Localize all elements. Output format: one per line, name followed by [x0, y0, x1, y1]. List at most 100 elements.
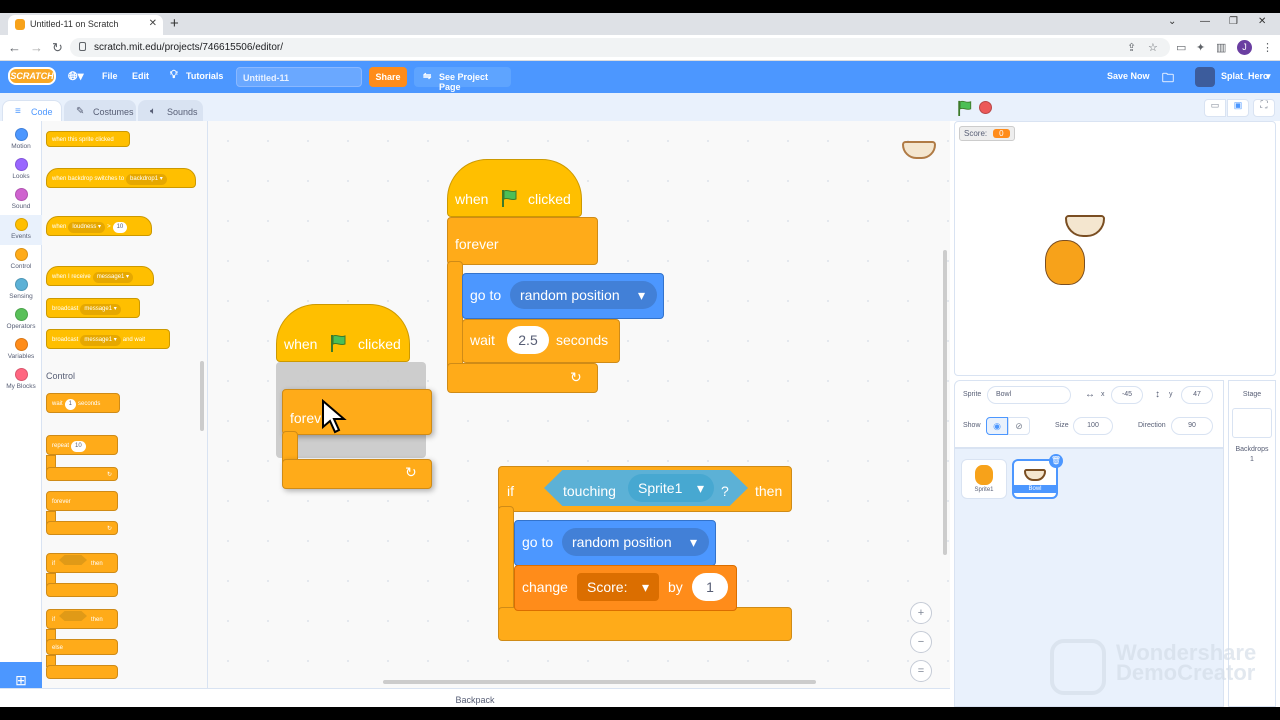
palette-repeat[interactable]: repeat 10: [46, 435, 118, 455]
block-dropdown[interactable]: message1: [84, 306, 112, 312]
random-position-dropdown[interactable]: random position ▾: [562, 528, 709, 556]
stage-canvas[interactable]: Score: 0: [954, 121, 1276, 376]
back-icon[interactable]: ←: [8, 40, 21, 55]
palette-when-loudness[interactable]: when loudness ▾ >10: [46, 216, 152, 236]
y-input[interactable]: 47: [1181, 386, 1213, 404]
tab-costumes[interactable]: ✎ Costumes: [64, 100, 136, 123]
category-variables[interactable]: Variables: [0, 335, 42, 365]
tutorials-button[interactable]: Tutorials: [186, 71, 223, 81]
block-input[interactable]: 10: [71, 441, 86, 452]
cat-sprite[interactable]: [1045, 240, 1085, 285]
profile-avatar[interactable]: J: [1237, 40, 1252, 55]
palette-scrollbar[interactable]: [200, 361, 204, 431]
browser-tab[interactable]: Untitled-11 on Scratch ✕: [8, 15, 163, 35]
scratch-logo[interactable]: SCRATCH: [8, 67, 56, 85]
backdrop-thumb[interactable]: [1232, 408, 1272, 438]
direction-input[interactable]: 90: [1171, 417, 1213, 435]
file-menu[interactable]: File: [102, 71, 118, 81]
browser-menu-icon[interactable]: ⋮: [1262, 41, 1273, 54]
script-workspace[interactable]: when clicked forever ↻ go to random posi…: [208, 121, 950, 699]
category-operators[interactable]: Operators: [0, 305, 42, 335]
palette-if-else[interactable]: if then: [46, 609, 118, 629]
share-button[interactable]: Share: [369, 67, 407, 87]
category-sound[interactable]: Sound: [0, 185, 42, 215]
share-page-icon[interactable]: ⇪: [1127, 41, 1136, 54]
bowl-sprite[interactable]: [1065, 215, 1105, 237]
stop-sign-icon[interactable]: [979, 101, 992, 114]
tab-code[interactable]: ≡ Code: [2, 100, 62, 123]
close-tab-icon[interactable]: ✕: [149, 18, 157, 29]
trash-icon[interactable]: 🗑︎: [1049, 454, 1063, 468]
extensions-icon[interactable]: ✦: [1196, 41, 1205, 54]
palette-forever[interactable]: forever: [46, 491, 118, 511]
boolean-slot[interactable]: [59, 611, 87, 621]
palette-when-i-receive[interactable]: when I receive message1 ▾: [46, 266, 154, 286]
backpack-bar[interactable]: Backpack: [0, 688, 950, 707]
touching-target-dropdown[interactable]: Sprite1 ▾: [628, 474, 714, 502]
chevron-down-icon[interactable]: ▾: [1266, 71, 1271, 82]
tab-sounds[interactable]: 🔈︎ Sounds: [138, 100, 203, 123]
category-events[interactable]: Events: [0, 215, 42, 245]
wait-seconds-input[interactable]: 2.5: [507, 326, 549, 354]
sprite-thumb-sprite1[interactable]: Sprite1: [961, 459, 1007, 499]
normal-stage-icon[interactable]: ▣: [1227, 99, 1249, 117]
category-control[interactable]: Control: [0, 245, 42, 275]
workspace-v-scrollbar[interactable]: [943, 250, 947, 555]
palette-broadcast-and-wait[interactable]: broadcast message1 ▾ and wait: [46, 329, 170, 349]
reload-icon[interactable]: ↻: [52, 40, 63, 56]
user-avatar[interactable]: [1195, 67, 1215, 87]
block-dropdown[interactable]: message1: [97, 274, 125, 280]
block-dropdown[interactable]: message1: [84, 337, 112, 343]
category-motion[interactable]: Motion: [0, 125, 42, 155]
green-flag-icon[interactable]: [957, 100, 972, 116]
hat-when-flag-clicked-1[interactable]: [447, 159, 582, 217]
tab-search-icon[interactable]: ⌄: [1168, 16, 1176, 27]
username-menu[interactable]: Splat_Hero: [1221, 71, 1269, 81]
sprite-thumb-bowl[interactable]: Bowl 🗑︎: [1012, 454, 1063, 499]
block-dropdown[interactable]: backdrop1: [130, 176, 158, 182]
category-sensing[interactable]: Sensing: [0, 275, 42, 305]
palette-when-backdrop-switches[interactable]: when backdrop switches to backdrop1 ▾: [46, 168, 196, 188]
bookmark-star-icon[interactable]: ☆: [1148, 41, 1158, 54]
new-tab-icon[interactable]: +: [170, 15, 179, 32]
x-input[interactable]: -45: [1111, 386, 1143, 404]
boolean-slot[interactable]: [59, 555, 87, 565]
my-stuff-folder-icon[interactable]: 🗀︎: [1162, 69, 1174, 90]
block-dropdown[interactable]: loudness: [72, 224, 96, 230]
category-looks[interactable]: Looks: [0, 155, 42, 185]
change-by-input[interactable]: 1: [692, 573, 728, 601]
score-monitor: Score: 0: [959, 126, 1015, 141]
project-title-input[interactable]: Untitled-11: [236, 67, 362, 87]
zoom-reset-button[interactable]: =: [910, 660, 932, 682]
zoom-out-button[interactable]: −: [910, 631, 932, 653]
block-input[interactable]: 1: [64, 399, 77, 410]
sprite-name-input[interactable]: Bowl: [987, 386, 1071, 404]
show-eye-icon[interactable]: ◉: [986, 417, 1008, 435]
cast-icon[interactable]: ▭: [1176, 41, 1186, 54]
sidepanel-icon[interactable]: ▥: [1216, 41, 1226, 54]
maximize-icon[interactable]: ❐: [1229, 16, 1238, 27]
globe-icon[interactable]: 🌐︎▾: [68, 69, 84, 84]
hat-when-flag-clicked-2[interactable]: [276, 304, 410, 362]
url-field[interactable]: scratch.mit.edu/projects/746615506/edito…: [70, 38, 1170, 57]
edit-menu[interactable]: Edit: [132, 71, 149, 81]
score-variable-dropdown[interactable]: Score: ▾: [577, 573, 659, 601]
minimize-icon[interactable]: —: [1200, 16, 1210, 27]
fullscreen-icon[interactable]: ⛶: [1253, 99, 1275, 117]
close-window-icon[interactable]: ✕: [1258, 16, 1266, 27]
category-my-blocks[interactable]: My Blocks: [0, 365, 42, 395]
palette-broadcast[interactable]: broadcast message1 ▾: [46, 298, 140, 318]
palette-when-sprite-clicked[interactable]: when this sprite clicked: [46, 131, 130, 147]
block-input[interactable]: 10: [112, 222, 128, 233]
random-position-dropdown[interactable]: random position ▾: [510, 281, 657, 309]
forward-icon[interactable]: →: [30, 40, 43, 55]
small-stage-icon[interactable]: ▭: [1204, 99, 1226, 117]
see-project-page-button[interactable]: ⇋ See Project Page: [414, 67, 511, 92]
size-input[interactable]: 100: [1073, 417, 1113, 435]
zoom-in-button[interactable]: +: [910, 602, 932, 624]
palette-wait[interactable]: wait 1 seconds: [46, 393, 120, 413]
hide-eye-icon[interactable]: ⊘: [1008, 417, 1030, 435]
workspace-h-scrollbar[interactable]: [383, 680, 816, 684]
save-now-button[interactable]: Save Now: [1107, 71, 1150, 81]
palette-if-then[interactable]: if then: [46, 553, 118, 573]
